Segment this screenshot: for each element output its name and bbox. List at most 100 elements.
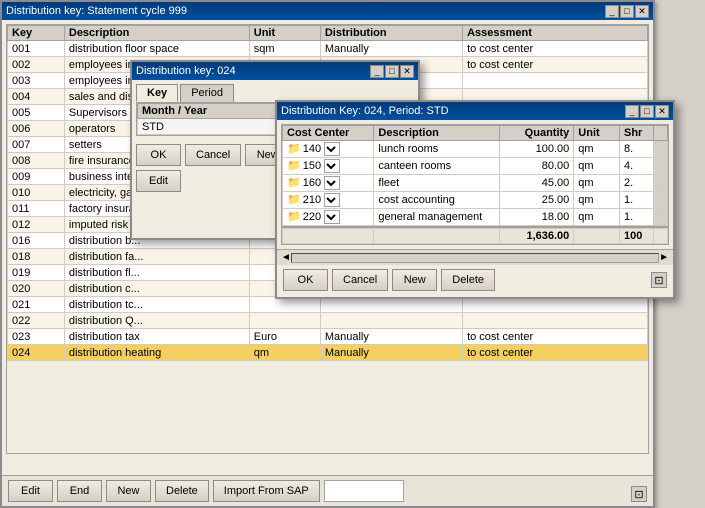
col-assess: Assessment (463, 26, 648, 41)
d024-close[interactable]: ✕ (400, 65, 414, 78)
table-row[interactable]: 001 distribution floor space sqm Manuall… (8, 41, 648, 57)
scroll-right-icon[interactable]: ► (659, 252, 669, 263)
cc-dropdown[interactable]: ▼ (324, 193, 340, 207)
period-titlebar: Distribution Key: 024, Period: STD _ □ ✕ (277, 102, 673, 120)
cell-assess: to cost center (463, 345, 648, 361)
p-cell-scroll (654, 175, 668, 192)
p-cell-scroll (654, 209, 668, 226)
period-dialog: Distribution Key: 024, Period: STD _ □ ✕… (275, 100, 675, 299)
col-key: Key (8, 26, 65, 41)
cell-key: 004 (8, 89, 65, 105)
table-row[interactable]: 022 distribution Q... (8, 313, 648, 329)
tab-period[interactable]: Period (180, 84, 234, 102)
import-button[interactable]: Import From SAP (213, 480, 320, 502)
cell-desc: distribution Q... (64, 313, 249, 329)
table-row[interactable]: 📁150 ▼ canteen rooms 80.00 qm 4. (283, 158, 668, 175)
table-row[interactable]: 📁220 ▼ general management 18.00 qm 1. (283, 209, 668, 226)
period-restore[interactable]: □ (640, 105, 654, 118)
cell-key: 019 (8, 265, 65, 281)
cell-unit: Euro (249, 329, 320, 345)
p-cell-shr: 2. (619, 175, 653, 192)
cell-key: 010 (8, 185, 65, 201)
cell-key: 008 (8, 153, 65, 169)
close-button[interactable]: ✕ (635, 5, 649, 18)
p-cell-shr: 1. (619, 209, 653, 226)
period-title: Distribution Key: 024, Period: STD (281, 105, 449, 117)
minimize-button[interactable]: _ (605, 5, 619, 18)
p-cell-qty: 18.00 (500, 209, 574, 226)
scroll-left-icon[interactable]: ◄ (281, 252, 291, 263)
table-row[interactable]: 023 distribution tax Euro Manually to co… (8, 329, 648, 345)
d024-minimize[interactable]: _ (370, 65, 384, 78)
p-cell-cc: 📁160 ▼ (283, 175, 374, 192)
p-cell-shr: 4. (619, 158, 653, 175)
p-col-cc: Cost Center (283, 126, 374, 141)
period-minimize[interactable]: _ (625, 105, 639, 118)
p-col-qty: Quantity (500, 126, 574, 141)
period-total-row: 1,636.00 100 (282, 226, 668, 244)
p-col-shr: Shr (619, 126, 653, 141)
p-cell-unit: qm (574, 209, 620, 226)
d024-row-my: STD (138, 119, 280, 135)
d024-ok-button[interactable]: OK (136, 144, 181, 166)
dialog-024-titlebar: Distribution key: 024 _ □ ✕ (132, 62, 418, 80)
search-input[interactable] (324, 480, 404, 502)
col-unit: Unit (249, 26, 320, 41)
cc-dropdown[interactable]: ▼ (324, 142, 340, 156)
restore-button[interactable]: □ (620, 5, 634, 18)
cell-key: 020 (8, 281, 65, 297)
cell-key: 011 (8, 201, 65, 217)
period-cancel-button[interactable]: Cancel (332, 269, 388, 291)
d024-titlebar-btns: _ □ ✕ (370, 65, 414, 78)
main-titlebar-buttons: _ □ ✕ (605, 5, 649, 18)
cell-dist: Manually (320, 41, 462, 57)
cell-key: 022 (8, 313, 65, 329)
period-delete-button[interactable]: Delete (441, 269, 495, 291)
cell-key: 023 (8, 329, 65, 345)
cell-key: 001 (8, 41, 65, 57)
end-button[interactable]: End (57, 480, 102, 502)
scroll-track[interactable] (291, 253, 659, 263)
d024-restore[interactable]: □ (385, 65, 399, 78)
cell-dist (320, 313, 462, 329)
d024-tab-bar: Key Period (132, 80, 418, 102)
table-row[interactable]: 📁140 ▼ lunch rooms 100.00 qm 8. (283, 141, 668, 158)
period-ok-button[interactable]: OK (283, 269, 328, 291)
p-cell-cc: 📁150 ▼ (283, 158, 374, 175)
d024-edit-button[interactable]: Edit (136, 170, 181, 192)
expand-icon[interactable]: ⊡ (631, 486, 647, 502)
p-cell-cc: 📁220 ▼ (283, 209, 374, 226)
cell-key: 007 (8, 137, 65, 153)
d024-col-my: Month / Year (138, 104, 280, 119)
cell-desc: distribution c... (64, 281, 249, 297)
p-cell-qty: 45.00 (500, 175, 574, 192)
p-cell-qty: 25.00 (500, 192, 574, 209)
cell-desc: distribution fl... (64, 265, 249, 281)
table-row[interactable]: 📁160 ▼ fleet 45.00 qm 2. (283, 175, 668, 192)
cc-dropdown[interactable]: ▼ (324, 159, 340, 173)
p-cell-desc: lunch rooms (374, 141, 500, 158)
cell-key: 002 (8, 57, 65, 73)
new-button[interactable]: New (106, 480, 151, 502)
period-expand-icon[interactable]: ⊡ (651, 272, 667, 288)
d024-cancel-button[interactable]: Cancel (185, 144, 241, 166)
cc-dropdown[interactable]: ▼ (324, 176, 340, 190)
table-row[interactable]: 📁210 ▼ cost accounting 25.00 qm 1. (283, 192, 668, 209)
cc-dropdown[interactable]: ▼ (324, 210, 340, 224)
col-desc: Description (64, 26, 249, 41)
p-cell-qty: 80.00 (500, 158, 574, 175)
edit-button[interactable]: Edit (8, 480, 53, 502)
cell-assess (463, 73, 648, 89)
period-hscrollbar[interactable]: ◄ ► (277, 249, 673, 265)
period-new-button[interactable]: New (392, 269, 437, 291)
cell-key: 016 (8, 233, 65, 249)
cell-desc: distribution tc... (64, 297, 249, 313)
table-row[interactable]: 024 distribution heating qm Manually to … (8, 345, 648, 361)
p-cell-desc: canteen rooms (374, 158, 500, 175)
cell-assess: to cost center (463, 41, 648, 57)
period-close[interactable]: ✕ (655, 105, 669, 118)
tab-key[interactable]: Key (136, 84, 178, 102)
p-cell-desc: fleet (374, 175, 500, 192)
cell-key: 003 (8, 73, 65, 89)
delete-button[interactable]: Delete (155, 480, 209, 502)
